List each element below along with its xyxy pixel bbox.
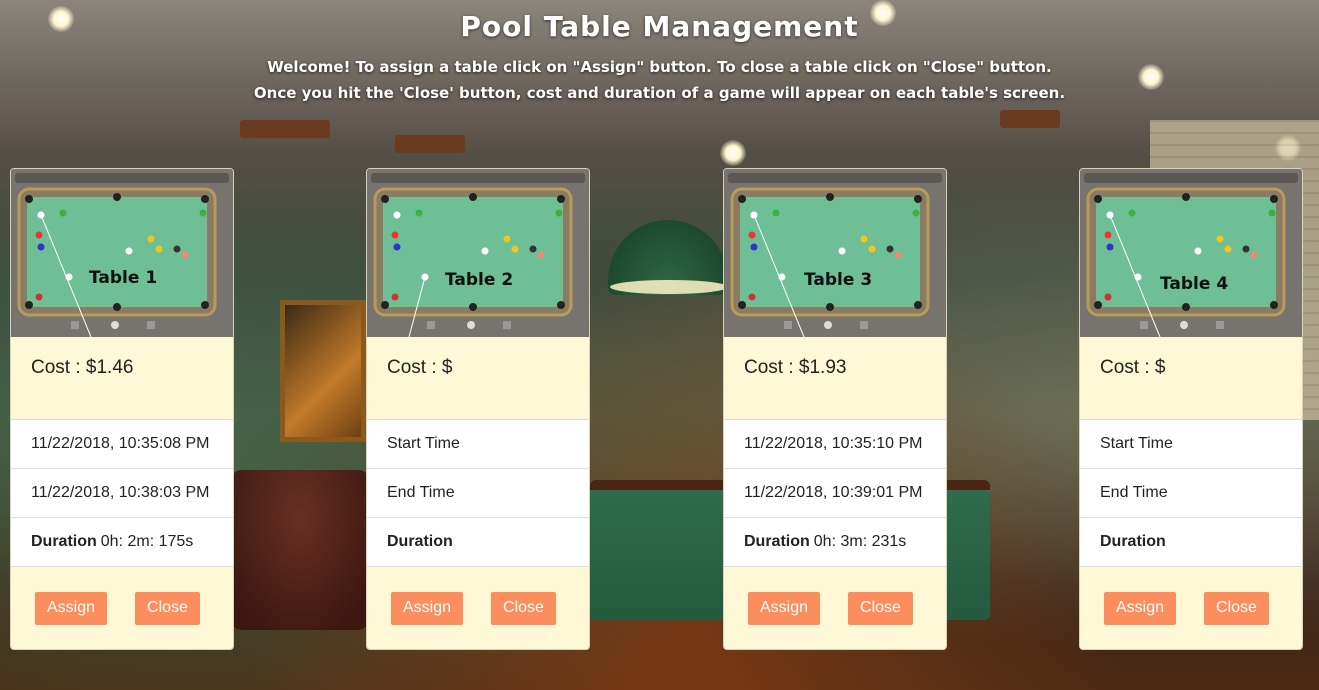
duration-value: 0h: 2m: 175s <box>100 533 194 550</box>
duration-label: Duration <box>1100 533 1166 550</box>
background-sofa <box>230 470 370 630</box>
end-time-row: End Time <box>367 469 589 518</box>
table-card-3: Table 3 Cost : $1.93 11/22/2018, 10:35:1… <box>723 168 947 650</box>
start-time-row: Start Time <box>1080 420 1302 469</box>
end-time-row: 11/22/2018, 10:39:01 PM <box>724 469 946 518</box>
table-name-label: Table 3 <box>804 270 873 290</box>
assign-button[interactable]: Assign <box>391 591 464 625</box>
page-header: Pool Table Management Welcome! To assign… <box>0 8 1319 106</box>
pool-table-image: Table 2 <box>367 169 589 337</box>
pool-table-illustration <box>1080 169 1302 337</box>
card-actions: Assign Close <box>367 567 589 649</box>
intro-line-1: Welcome! To assign a table click on "Ass… <box>267 58 1052 76</box>
pool-table-illustration <box>11 169 233 337</box>
start-time: 11/22/2018, 10:35:10 PM <box>744 435 923 452</box>
page-title: Pool Table Management <box>460 10 859 43</box>
pool-table-illustration <box>367 169 589 337</box>
start-time-row: 11/22/2018, 10:35:10 PM <box>724 420 946 469</box>
close-button[interactable]: Close <box>135 591 200 625</box>
pool-table-image: Table 4 <box>1080 169 1302 337</box>
card-actions: Assign Close <box>1080 567 1302 649</box>
background-wall-picture <box>280 300 366 442</box>
background-beam <box>1000 110 1060 128</box>
end-time: End Time <box>387 484 455 501</box>
close-button[interactable]: Close <box>1204 591 1269 625</box>
end-time: End Time <box>1100 484 1168 501</box>
duration-row: Duration 0h: 2m: 175s <box>11 518 233 567</box>
start-time: Start Time <box>1100 435 1173 452</box>
ceiling-light <box>720 140 746 166</box>
background-beam <box>240 120 330 138</box>
assign-button[interactable]: Assign <box>35 591 108 625</box>
background-lamp-glow <box>610 280 728 294</box>
intro-text: Welcome! To assign a table click on "Ass… <box>0 54 1319 106</box>
cost-display: Cost : $ <box>367 337 589 420</box>
cost-display: Cost : $ <box>1080 337 1302 420</box>
table-card-2: Table 2 Cost : $ Start Time End Time Dur… <box>366 168 590 650</box>
pool-table-illustration <box>724 169 946 337</box>
cost-display: Cost : $1.46 <box>11 337 233 420</box>
end-time: 11/22/2018, 10:38:03 PM <box>31 484 210 501</box>
table-name-label: Table 4 <box>1160 274 1229 294</box>
pool-table-image: Table 1 <box>11 169 233 337</box>
end-time: 11/22/2018, 10:39:01 PM <box>744 484 923 501</box>
background-beam <box>395 135 465 153</box>
duration-label: Duration <box>744 533 810 550</box>
table-name-label: Table 1 <box>89 268 158 288</box>
duration-row: Duration 0h: 3m: 231s <box>724 518 946 567</box>
close-button[interactable]: Close <box>491 591 556 625</box>
assign-button[interactable]: Assign <box>1104 591 1177 625</box>
start-time-row: 11/22/2018, 10:35:08 PM <box>11 420 233 469</box>
close-button[interactable]: Close <box>848 591 913 625</box>
duration-label: Duration <box>31 533 97 550</box>
duration-label: Duration <box>387 533 453 550</box>
intro-line-2: Once you hit the 'Close' button, cost an… <box>253 84 1066 102</box>
duration-row: Duration <box>367 518 589 567</box>
start-time: 11/22/2018, 10:35:08 PM <box>31 435 210 452</box>
duration-value: 0h: 3m: 231s <box>813 533 907 550</box>
pool-table-image: Table 3 <box>724 169 946 337</box>
table-card-1: Table 1 Cost : $1.46 11/22/2018, 10:35:0… <box>10 168 234 650</box>
end-time-row: 11/22/2018, 10:38:03 PM <box>11 469 233 518</box>
end-time-row: End Time <box>1080 469 1302 518</box>
start-time-row: Start Time <box>367 420 589 469</box>
duration-row: Duration <box>1080 518 1302 567</box>
assign-button[interactable]: Assign <box>748 591 821 625</box>
start-time: Start Time <box>387 435 460 452</box>
table-name-label: Table 2 <box>445 270 514 290</box>
card-actions: Assign Close <box>11 567 233 649</box>
table-card-4: Table 4 Cost : $ Start Time End Time Dur… <box>1079 168 1303 650</box>
cost-display: Cost : $1.93 <box>724 337 946 420</box>
card-actions: Assign Close <box>724 567 946 649</box>
